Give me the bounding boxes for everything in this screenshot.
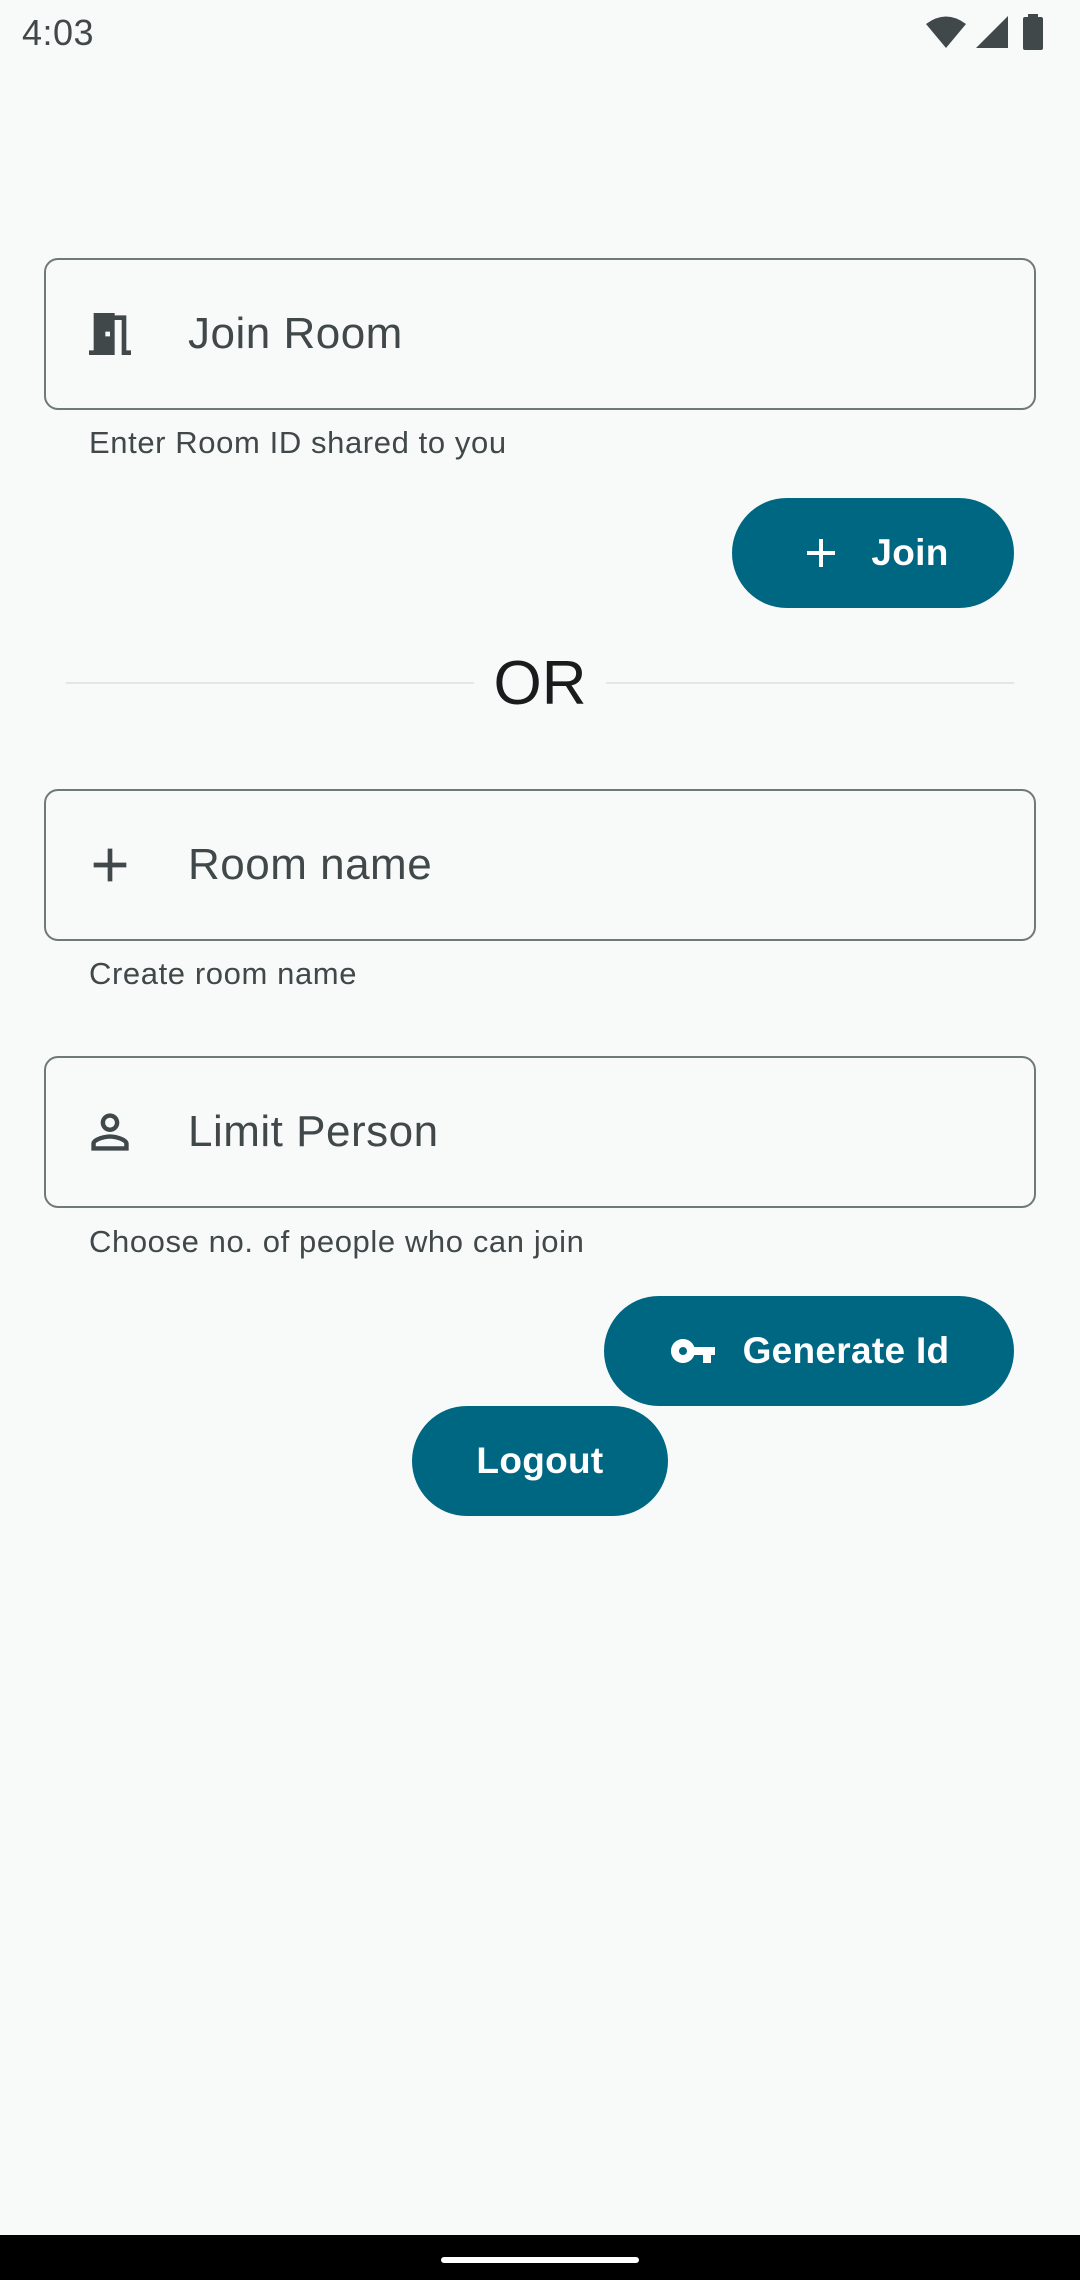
room-name-supporting-text: Create room name <box>89 956 358 991</box>
join-button-label: Join <box>871 532 949 573</box>
generate-id-button[interactable]: Generate Id <box>604 1296 1014 1406</box>
plus-icon <box>807 539 836 567</box>
room-name-field[interactable]: Room name <box>44 789 1036 941</box>
logout-button-label: Logout <box>476 1440 604 1481</box>
join-room-field[interactable]: Join Room <box>44 258 1036 410</box>
battery-icon <box>1023 14 1043 50</box>
limit-person-field[interactable]: Limit Person <box>44 1056 1036 1208</box>
key-icon <box>670 1339 715 1363</box>
join-room-label: Join Room <box>188 309 403 358</box>
generate-id-button-label: Generate Id <box>742 1330 950 1371</box>
limit-person-label: Limit Person <box>188 1107 439 1156</box>
limit-person-supporting-text: Choose no. of people who can join <box>89 1224 585 1259</box>
divider-line-left <box>66 682 474 684</box>
status-time: 4:03 <box>22 12 95 53</box>
status-icons <box>924 14 1044 50</box>
or-divider-text: OR <box>493 649 587 718</box>
divider-line-right <box>606 682 1014 684</box>
status-bar: 4:03 <box>0 0 1080 66</box>
navigation-bar <box>0 2235 1080 2280</box>
join-room-supporting-text: Enter Room ID shared to you <box>89 425 507 460</box>
wifi-icon <box>926 16 966 48</box>
join-button[interactable]: Join <box>732 498 1014 608</box>
home-gesture-handle[interactable] <box>441 2257 639 2263</box>
room-name-label: Room name <box>188 840 433 889</box>
person-icon <box>82 1104 138 1160</box>
logout-button[interactable]: Logout <box>412 1406 668 1516</box>
door-icon <box>82 306 138 362</box>
plus-icon <box>82 837 138 893</box>
cellular-signal-icon <box>976 16 1008 48</box>
